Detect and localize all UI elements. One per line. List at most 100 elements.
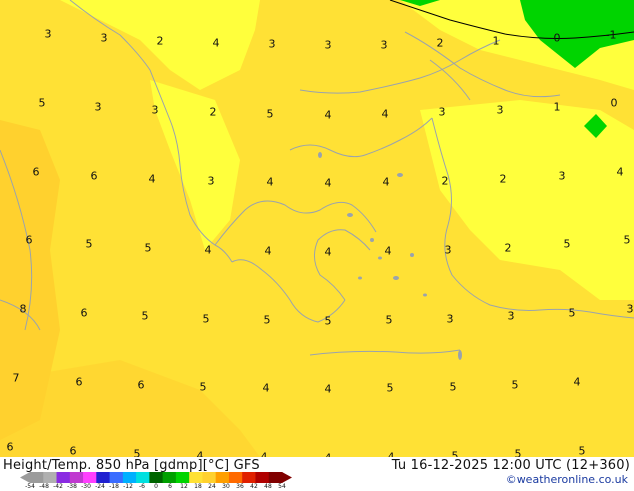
temp-label: 2 (504, 241, 512, 255)
temp-label: 5 (324, 314, 332, 328)
temp-label: 5 (141, 309, 149, 323)
temp-label: 6 (32, 165, 40, 179)
temp-label: 3 (507, 309, 515, 323)
temp-label: 3 (446, 312, 454, 326)
temp-label: 2 (499, 172, 507, 186)
colorbar-tick-label: -54 (25, 483, 35, 490)
valid-time: Tu 16-12-2025 12:00 UTC (12+360) (391, 458, 630, 473)
temp-label: 1 (553, 100, 561, 114)
temp-label: 5 (266, 107, 274, 121)
temp-label: 2 (209, 105, 217, 119)
temp-label: 6 (6, 440, 14, 454)
temp-label: 4 (324, 176, 332, 190)
colorbar-tick-label: 6 (168, 483, 172, 490)
temp-label: 5 (133, 447, 141, 458)
colorbar-tick-label: 42 (250, 483, 258, 490)
temp-label: 3 (558, 169, 566, 183)
temp-label: 3 (268, 37, 276, 51)
colorbar-tick-label: 12 (180, 483, 188, 490)
colorbar-swatch (56, 472, 71, 483)
temp-label: 5 (38, 96, 46, 110)
colorbar-swatch (149, 472, 164, 483)
temp-label: 5 (449, 380, 457, 394)
weather-map: 3 3 2 4 3 3 3 2 1 -0 -1 5 3 3 2 5 4 4 3 … (0, 0, 634, 457)
temp-label: 4 (616, 165, 624, 179)
colorbar-swatch (215, 472, 230, 483)
temp-label: 3 (438, 105, 446, 119)
temp-label: 4 (381, 107, 389, 121)
temp-label: 4 (324, 108, 332, 122)
temp-label: 2 (436, 36, 444, 50)
temp-label: 6 (80, 306, 88, 320)
colorbar-tick-label: 0 (154, 483, 158, 490)
colorbar-swatch (175, 472, 190, 483)
colorbar-tick-label: 54 (278, 483, 286, 490)
temp-label: 3 (151, 103, 159, 117)
temp-label: 5 (563, 237, 571, 251)
temp-label: -1 (605, 28, 617, 42)
colorbar-tick-label: -18 (109, 483, 119, 490)
colorbar-swatch (189, 472, 203, 483)
temp-label: -0 (549, 31, 561, 45)
temp-label: 5 (511, 378, 519, 392)
temp-label: 4 (324, 245, 332, 259)
colorbar-tick-label: -42 (53, 483, 63, 490)
temp-label: 5 (199, 380, 207, 394)
temp-label: 3 (100, 31, 108, 45)
temp-label: 4 (382, 175, 390, 189)
colorbar-swatch (109, 472, 124, 483)
temp-label: 3 (380, 38, 388, 52)
colorbar-tick-label: -6 (139, 483, 145, 490)
colorbar-swatch (43, 472, 58, 483)
temp-label: 6 (137, 378, 145, 392)
temp-label: 4 (324, 382, 332, 396)
temp-label: 3 (496, 103, 504, 117)
colorbar-swatch (255, 472, 270, 483)
colorbar (20, 472, 292, 483)
map-canvas (0, 0, 634, 457)
colorbar-tick-label: -38 (67, 483, 77, 490)
temp-label: 4 (573, 375, 581, 389)
temp-label: 5 (568, 306, 576, 320)
temp-label: 4 (212, 36, 220, 50)
temp-label: 5 (386, 381, 394, 395)
temp-label: 2 (156, 34, 164, 48)
colorbar-swatch (83, 472, 97, 483)
temp-label: 6 (25, 233, 33, 247)
colorbar-swatch (69, 472, 84, 483)
colorbar-swatch (202, 472, 217, 483)
temp-label: 5 (263, 313, 271, 327)
colorbar-tick-label: -48 (39, 483, 49, 490)
colorbar-swatch (30, 472, 44, 483)
temp-label: 2 (441, 174, 449, 188)
temp-label: 3 (94, 100, 102, 114)
temp-label: 3 (626, 302, 634, 316)
colorbar-tick-label: 30 (222, 483, 230, 490)
temp-label: 8 (19, 302, 27, 316)
temp-label: 5 (144, 241, 152, 255)
colorbar-swatch (96, 472, 111, 483)
temp-label: 4 (204, 243, 212, 257)
temp-label: 5 (85, 237, 93, 251)
colorbar-right-arrow (282, 472, 292, 483)
map-title: Height/Temp. 850 hPa [gdmp][°C] GFS (3, 458, 260, 473)
temp-label: 4 (262, 381, 270, 395)
temp-label: 1 (492, 34, 500, 48)
colorbar-swatch (242, 472, 256, 483)
temp-label: 3 (444, 243, 452, 257)
temp-label: 6 (69, 444, 77, 457)
temp-label: 3 (207, 174, 215, 188)
colorbar-tick-label: 24 (208, 483, 216, 490)
temp-label: 5 (202, 312, 210, 326)
temp-label: 5 (385, 313, 393, 327)
colorbar-swatch (162, 472, 177, 483)
credit-link[interactable]: ©weatheronline.co.uk (506, 473, 628, 486)
temp-label: 4 (384, 244, 392, 258)
colorbar-swatch (136, 472, 150, 483)
temp-label: 5 (514, 447, 522, 458)
colorbar-tick-label: 48 (264, 483, 272, 490)
temp-label: 5 (578, 444, 586, 457)
temp-label: 3 (324, 38, 332, 52)
temp-label: 3 (44, 27, 52, 41)
colorbar-tick-label: 18 (194, 483, 202, 490)
